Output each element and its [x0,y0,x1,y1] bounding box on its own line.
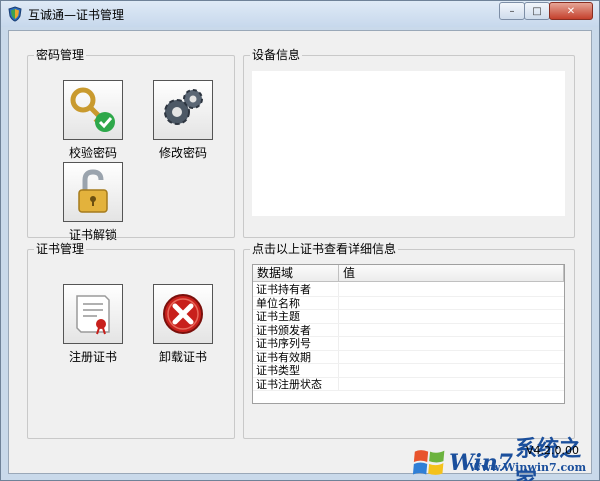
list-row[interactable]: 证书持有者 [253,283,564,297]
change-password-button[interactable] [153,80,213,140]
value-cell [339,297,564,310]
field-cell: 证书有效期 [253,350,339,363]
close-button[interactable]: ✕ [549,2,593,20]
gears-icon [164,89,203,125]
certificate-details-list[interactable]: 数据域 值 证书持有者 单位名称 证书主题 证书颁发者 证书序列号 证书有效期 … [252,264,565,404]
list-row[interactable]: 证书有效期 [253,350,564,364]
maximize-button[interactable]: □ [524,2,550,20]
shield-app-icon [8,6,22,22]
device-info-box[interactable] [252,71,565,216]
password-management-group: 密码管理 校验密码 修改密码 证书解锁 [27,48,235,242]
value-cell [339,310,564,323]
title-bar[interactable]: 互诚通—证书管理 – □ ✕ [1,1,599,27]
details-group-title: 点击以上证书查看详细信息 [250,242,399,256]
window-title: 互诚通—证书管理 [28,8,125,22]
uninstall-certificate-label: 卸载证书 [158,350,207,364]
register-certificate-label: 注册证书 [68,350,117,364]
unlock-certificate-label: 证书解锁 [68,228,117,242]
value-cell [339,364,564,377]
field-cell: 证书持有者 [253,283,339,296]
value-cell [339,351,564,364]
verify-password-label: 校验密码 [68,146,117,160]
register-certificate-button[interactable] [63,284,123,344]
list-row[interactable]: 证书类型 [253,364,564,378]
change-password-label: 修改密码 [158,146,207,160]
value-cell [339,337,564,350]
field-cell: 单位名称 [253,296,339,309]
list-row[interactable]: 证书颁发者 [253,323,564,337]
column-header-value[interactable]: 值 [339,265,564,281]
field-cell: 证书注册状态 [253,377,339,390]
value-cell [339,324,564,337]
uninstall-certificate-button[interactable] [153,284,213,344]
field-cell: 证书颁发者 [253,323,339,336]
value-cell [339,378,564,391]
column-header-field[interactable]: 数据域 [253,265,339,281]
app-window: 互诚通—证书管理 – □ ✕ 密码管理 校验密码 修改密码 证书解锁 设备信息 … [0,0,600,481]
version-label: V4.2.0.00 [526,444,580,457]
field-cell: 证书主题 [253,310,339,323]
window-controls: – □ ✕ [499,2,593,20]
device-group-title: 设备信息 [250,48,303,62]
certificate-icon [76,295,110,335]
windows-logo-icon [412,450,445,475]
value-cell [339,283,564,296]
verify-password-button[interactable] [63,80,123,140]
list-row[interactable]: 证书主题 [253,310,564,324]
list-row[interactable]: 证书注册状态 [253,377,564,391]
watermark-url: Www.Winwin7.com [469,461,587,474]
minimize-button[interactable]: – [499,2,525,20]
device-info-group: 设备信息 [243,48,575,238]
key-check-icon [70,87,115,132]
list-row[interactable]: 证书序列号 [253,337,564,351]
certificate-management-group: 证书管理 注册证书 卸载证书 [27,242,235,439]
client-area: 密码管理 校验密码 修改密码 证书解锁 设备信息 证书管理 注册证书 卸载证书 … [8,30,592,474]
list-header: 数据域 值 [253,265,564,282]
password-group-title: 密码管理 [34,48,87,62]
open-lock-icon [78,169,108,213]
field-cell: 证书类型 [253,364,339,377]
cert-group-title: 证书管理 [34,242,87,256]
field-cell: 证书序列号 [253,337,339,350]
delete-icon [163,294,203,334]
list-rows: 证书持有者 单位名称 证书主题 证书颁发者 证书序列号 证书有效期 证书类型 证… [253,282,564,391]
list-row[interactable]: 单位名称 [253,296,564,310]
unlock-certificate-button[interactable] [63,162,123,222]
certificate-details-group: 点击以上证书查看详细信息 数据域 值 证书持有者 单位名称 证书主题 证书颁发者… [243,242,575,439]
